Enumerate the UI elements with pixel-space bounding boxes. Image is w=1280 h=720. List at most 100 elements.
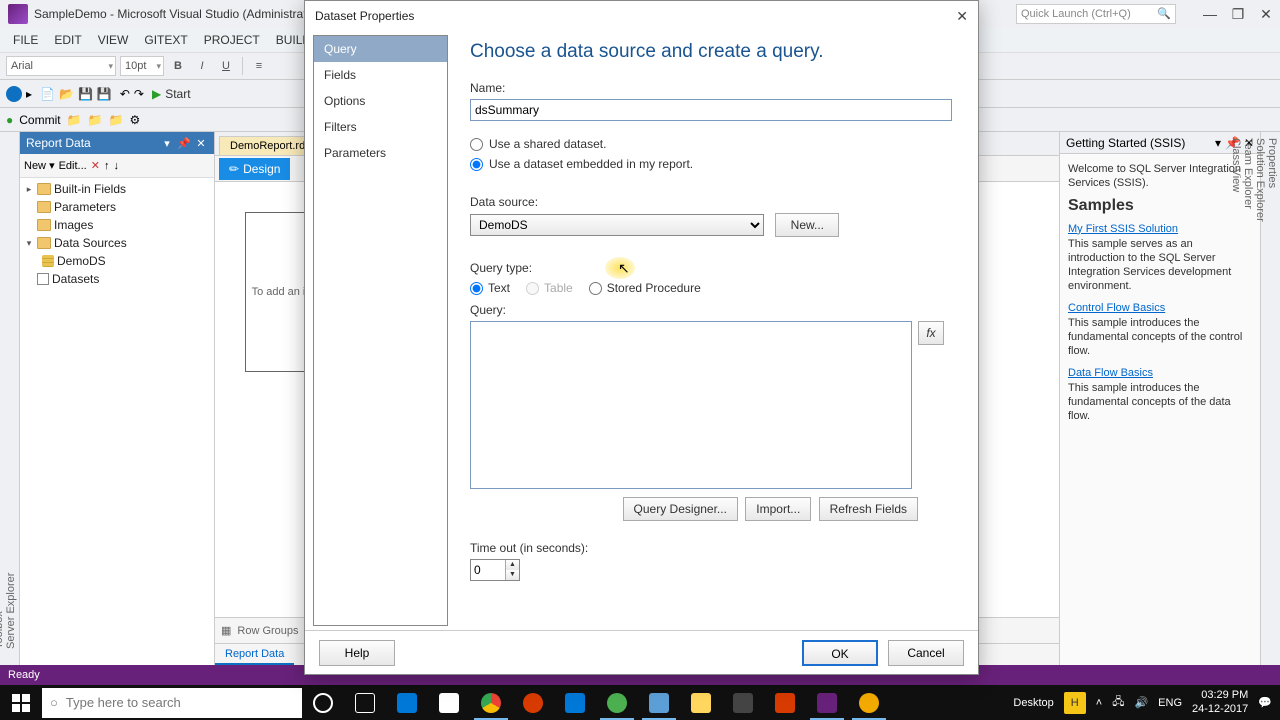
properties-tab[interactable]: Properties [1266,138,1278,649]
spinner-up-icon[interactable]: ▲ [506,560,519,570]
menu-gitext[interactable]: GITEXT [136,30,195,50]
save-all-icon[interactable]: 💾 [97,87,112,101]
visual-studio-icon[interactable] [806,685,848,720]
tools-icon[interactable] [722,685,764,720]
italic-button[interactable]: I [192,56,212,76]
office-icon[interactable] [764,685,806,720]
up-icon[interactable]: ↑ [104,160,110,172]
file-icon[interactable] [428,685,470,720]
language-indicator[interactable]: ENG [1158,697,1182,709]
spinner-down-icon[interactable]: ▼ [506,570,519,580]
explorer-icon[interactable] [680,685,722,720]
design-tab[interactable]: ✏Design [219,158,290,180]
cancel-button[interactable]: Cancel [888,640,964,666]
nav-filters[interactable]: Filters [314,114,447,140]
menu-view[interactable]: VIEW [90,30,137,50]
panel-close-icon[interactable]: ✕ [194,137,208,150]
nav-options[interactable]: Options [314,88,447,114]
save-icon[interactable]: 💾 [78,87,93,101]
timeout-input[interactable] [471,560,505,580]
notepad-icon[interactable] [638,685,680,720]
team-explorer-tab[interactable]: Team Explorer [1242,138,1254,649]
sample-link-0[interactable]: My First SSIS Solution [1068,223,1252,235]
tree-images[interactable]: Images [20,216,214,234]
user-icon[interactable]: H [1064,692,1086,714]
delete-icon[interactable]: ✕ [91,159,100,172]
dialog-close-icon[interactable]: ✕ [956,8,968,25]
datasource-select[interactable]: DemoDS [470,214,764,236]
nav-fields[interactable]: Fields [314,62,447,88]
edit-button[interactable]: Edit... [59,160,87,172]
underline-button[interactable]: U [216,56,236,76]
class-view-tab[interactable]: Class View [1230,138,1242,649]
sample-link-2[interactable]: Data Flow Basics [1068,367,1252,379]
import-button[interactable]: Import... [745,497,811,521]
minimize-button[interactable]: — [1196,6,1224,23]
action-center-icon[interactable]: 💬 [1258,696,1272,709]
new-dropdown[interactable]: New ▾ [24,159,55,172]
open-icon[interactable]: 📂 [59,87,74,101]
show-desktop-button[interactable]: Desktop [1013,697,1053,709]
tree-demods[interactable]: DemoDS [20,252,214,270]
start-button[interactable]: Start [165,87,190,101]
help-button[interactable]: Help [319,640,395,666]
git-icon-2[interactable]: 📁 [88,113,103,127]
panel-pin-icon[interactable]: 📌 [177,137,191,150]
fx-button[interactable]: fx [918,321,944,345]
toolbox-tab[interactable]: Toolbox [0,138,5,649]
network-icon[interactable]: 🖧 [1112,693,1124,712]
redo-icon[interactable]: ↷ [134,87,144,101]
mail-icon[interactable] [386,685,428,720]
menu-edit[interactable]: EDIT [46,30,89,50]
quick-launch-input[interactable]: Quick Launch (Ctrl+Q) 🔍 [1016,4,1176,24]
bold-button[interactable]: B [168,56,188,76]
nav-fwd-icon[interactable]: ▸ [26,87,32,101]
start-button[interactable] [0,685,42,720]
maximize-button[interactable]: ❐ [1224,6,1252,23]
cortana-button[interactable] [302,685,344,720]
query-textarea[interactable] [470,321,912,489]
down-icon[interactable]: ↓ [113,160,119,172]
ok-button[interactable]: OK [802,640,878,666]
clock[interactable]: 03:29 PM 24-12-2017 [1192,689,1248,715]
radio-embedded[interactable] [470,158,483,171]
close-button[interactable]: ✕ [1252,6,1280,23]
panel-dropdown-icon[interactable]: ▾ [160,137,174,150]
task-view-button[interactable] [344,685,386,720]
panel-dropdown-icon[interactable]: ▾ [1215,136,1221,150]
taskbar-search[interactable]: ○ Type here to search [42,688,302,718]
qtype-sp-radio[interactable] [589,282,602,295]
radio-shared[interactable] [470,138,483,151]
git-icon-3[interactable]: 📁 [109,113,124,127]
align-button[interactable]: ≡ [249,56,269,76]
ssms-icon[interactable] [596,685,638,720]
query-designer-button[interactable]: Query Designer... [623,497,738,521]
git-icon[interactable]: 📁 [67,113,82,127]
sample-link-1[interactable]: Control Flow Basics [1068,302,1252,314]
name-input[interactable] [470,99,952,121]
tray-chevron-icon[interactable]: ˄ [1096,697,1102,709]
camtasia-icon[interactable] [848,685,890,720]
menu-file[interactable]: FILE [5,30,46,50]
app-icon[interactable] [512,685,554,720]
menu-project[interactable]: PROJECT [196,30,268,50]
commit-button[interactable]: Commit [19,113,60,127]
undo-icon[interactable]: ↶ [120,87,130,101]
nav-parameters[interactable]: Parameters [314,140,447,166]
tree-builtins[interactable]: ▸Built-in Fields [20,180,214,198]
qtype-text-radio[interactable] [470,282,483,295]
tree-datasources[interactable]: ▾Data Sources [20,234,214,252]
server-explorer-tab[interactable]: Server Explorer [5,138,17,649]
new-datasource-button[interactable]: New... [775,213,839,237]
volume-icon[interactable]: 🔊 [1134,696,1148,709]
timeout-spinner[interactable]: ▲▼ [470,559,520,581]
tab-report-data[interactable]: Report Data [215,645,294,665]
font-size-select[interactable]: 10pt [120,56,164,76]
git-icon-4[interactable]: ⚙ [129,113,140,127]
solution-explorer-tab[interactable]: Solution Explorer [1254,138,1266,649]
tree-parameters[interactable]: Parameters [20,198,214,216]
new-project-icon[interactable]: 📄 [40,87,55,101]
store-icon[interactable] [554,685,596,720]
nav-query[interactable]: Query [314,36,447,62]
chrome-icon[interactable] [470,685,512,720]
